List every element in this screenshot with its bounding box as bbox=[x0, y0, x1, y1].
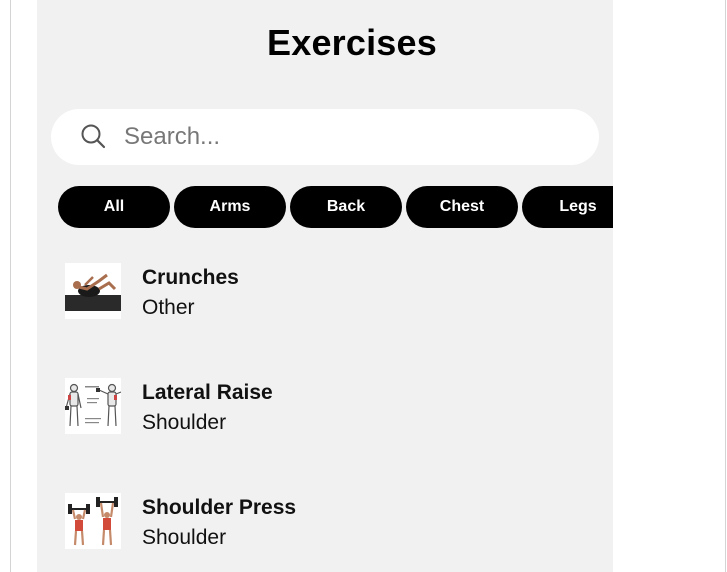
right-divider bbox=[725, 0, 726, 572]
shoulder-press-thumbnail bbox=[65, 493, 121, 549]
search-input[interactable] bbox=[123, 117, 574, 157]
exercise-name: Crunches bbox=[142, 266, 239, 289]
exercise-item-lateral-raise[interactable]: Lateral Raise Shoulder bbox=[65, 378, 605, 438]
exercise-item-crunches[interactable]: Crunches Other bbox=[65, 263, 605, 323]
exercise-name: Lateral Raise bbox=[142, 381, 273, 404]
filter-chip-back[interactable]: Back bbox=[290, 186, 402, 228]
filter-chip-all[interactable]: All bbox=[58, 186, 170, 228]
search-bar[interactable] bbox=[51, 109, 599, 165]
exercise-item-shoulder-press[interactable]: Shoulder Press Shoulder bbox=[65, 493, 605, 553]
left-divider bbox=[10, 0, 11, 572]
filter-chip-legs[interactable]: Legs bbox=[522, 186, 613, 228]
exercise-name: Shoulder Press bbox=[142, 496, 297, 519]
filter-chip-arms[interactable]: Arms bbox=[174, 186, 286, 228]
crunches-illustration bbox=[65, 263, 121, 319]
search-icon bbox=[81, 124, 106, 149]
category-filter-bar[interactable]: All Arms Back Chest Legs bbox=[58, 186, 613, 228]
exercise-category: Other bbox=[142, 296, 195, 319]
exercises-screen[interactable]: Exercises AllArmsBackChestLegs bbox=[37, 0, 613, 572]
lateral-raise-illustration bbox=[65, 378, 121, 434]
shoulder-press-illustration bbox=[65, 493, 121, 549]
crunches-thumbnail bbox=[65, 263, 121, 319]
filter-chip-chest[interactable]: Chest bbox=[406, 186, 518, 228]
app-window: Exercises AllArmsBackChestLegs bbox=[0, 0, 727, 572]
exercise-category: Shoulder bbox=[142, 411, 227, 434]
exercise-category: Shoulder bbox=[142, 526, 227, 549]
lateral-raise-thumbnail bbox=[65, 378, 121, 434]
page-title: Exercises bbox=[267, 22, 437, 63]
